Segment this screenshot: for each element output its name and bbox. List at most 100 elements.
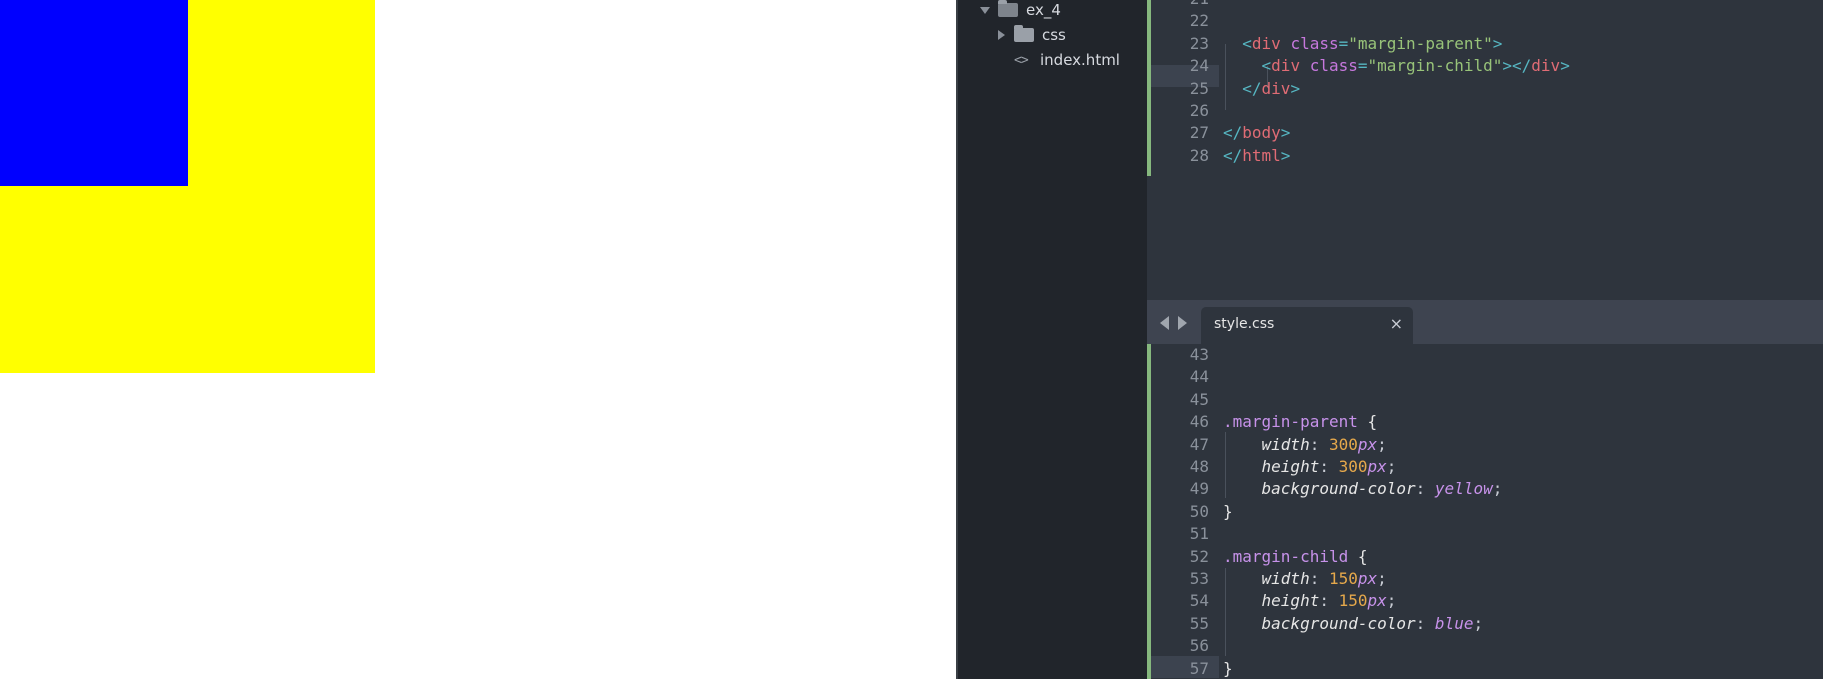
code-token: >	[1492, 33, 1503, 53]
line-number: 48	[1189, 457, 1209, 476]
css-unit: px	[1367, 591, 1387, 611]
css-number: 150	[1338, 591, 1368, 611]
css-number: 150	[1328, 569, 1358, 588]
tree-item-ex4[interactable]: ex_4	[980, 0, 1061, 22]
line-number: 52	[1189, 546, 1209, 566]
code-token: div	[1251, 33, 1281, 53]
code-token: <	[1261, 56, 1272, 76]
css-property: width	[1261, 569, 1310, 588]
code-line: <div class="margin-child"></div>	[1223, 55, 1570, 77]
code-token: div	[1531, 56, 1561, 76]
tree-item-index-html[interactable]: <> index.html	[1014, 48, 1120, 72]
code-line: .margin-parent {	[1223, 411, 1377, 433]
css-number: 300	[1328, 434, 1358, 454]
line-number: 49	[1189, 479, 1209, 499]
css-brace: }	[1223, 501, 1233, 521]
code-line: background-color: yellow;	[1261, 479, 1503, 499]
code-token: ></	[1502, 56, 1532, 76]
code-line: background-color: blue;	[1261, 613, 1484, 633]
code-token: "margin-child"	[1367, 56, 1503, 76]
css-property: height	[1261, 591, 1320, 611]
line-number: 21	[1155, 0, 1209, 10]
code-token: >	[1290, 78, 1301, 98]
line-number: 46	[1189, 412, 1209, 432]
css-property: background-color	[1261, 479, 1416, 499]
code-line: </html>	[1223, 145, 1290, 167]
close-icon[interactable]: ×	[1390, 314, 1403, 333]
css-brace: {	[1348, 546, 1368, 566]
line-number: 28	[1189, 145, 1209, 165]
line-number: 47	[1189, 434, 1209, 454]
tree-item-css[interactable]: css	[996, 23, 1066, 47]
margin-child-box	[0, 0, 188, 186]
git-gutter-marker	[1147, 0, 1151, 176]
code-line: }	[1223, 501, 1233, 523]
html-editor-pane[interactable]: 212223 <div class="margin-parent">24 <di…	[1147, 0, 1823, 300]
line-number: 23	[1189, 33, 1209, 53]
tab-nav-left-icon[interactable]	[1160, 316, 1169, 330]
code-line: </body>	[1223, 122, 1290, 144]
line-number: 56	[1189, 636, 1209, 656]
line-number: 22	[1189, 11, 1209, 31]
code-file-icon: <>	[1014, 52, 1029, 68]
editor-tab-bar: style.css ×	[1147, 300, 1823, 344]
code-token: =	[1338, 33, 1349, 53]
css-number: 300	[1338, 457, 1368, 476]
line-number: 45	[1189, 389, 1209, 409]
code-token: </	[1223, 123, 1243, 143]
css-unit: px	[1357, 569, 1378, 588]
code-line: .margin-child {	[1223, 546, 1368, 568]
code-token: div	[1271, 56, 1301, 76]
code-line: height: 300px;	[1261, 457, 1397, 476]
chevron-down-icon[interactable]	[980, 5, 990, 15]
line-number: 54	[1189, 591, 1209, 611]
css-brace: }	[1223, 658, 1233, 678]
code-token: html	[1242, 145, 1281, 165]
line-number: 26	[1189, 101, 1209, 120]
file-tree-sidebar: ex_4 css <> index.html	[958, 0, 1147, 679]
css-keyword: yellow	[1434, 479, 1493, 499]
code-token: >	[1280, 123, 1291, 143]
code-line: <div class="margin-parent">	[1223, 33, 1502, 55]
css-property: background-color	[1261, 613, 1416, 633]
css-unit: px	[1367, 457, 1387, 476]
tab-label: style.css	[1214, 316, 1275, 332]
line-number: 50	[1189, 501, 1209, 521]
tree-item-label: index.html	[1040, 51, 1120, 69]
margin-parent-box	[0, 0, 375, 373]
css-keyword: blue	[1434, 613, 1474, 633]
line-number: 44	[1189, 367, 1209, 387]
code-line: height: 150px;	[1261, 591, 1397, 611]
folder-icon	[1014, 25, 1034, 42]
line-number: 55	[1189, 613, 1209, 633]
code-token: >	[1280, 145, 1291, 165]
tab-style-css[interactable]: style.css ×	[1201, 307, 1413, 344]
css-editor-pane[interactable]: 43 44 45 46 .margin-parent {47 width: 300px;…	[1147, 344, 1823, 679]
line-number: 53	[1189, 569, 1209, 588]
css-selector: .margin-parent	[1223, 412, 1358, 432]
tree-item-label: css	[1042, 26, 1066, 44]
folder-open-icon	[998, 0, 1018, 17]
code-line: }	[1223, 658, 1233, 680]
code-line: width: 300px;	[1261, 434, 1387, 454]
code-line: width: 150px;	[1261, 569, 1387, 588]
code-token: body	[1242, 123, 1281, 143]
code-token: =	[1357, 56, 1368, 76]
css-selector: .margin-child	[1223, 546, 1349, 566]
git-gutter-marker	[1147, 344, 1151, 679]
code-token: </	[1223, 145, 1243, 165]
css-property: width	[1261, 434, 1310, 454]
chevron-right-icon[interactable]	[996, 30, 1006, 40]
line-number: 51	[1189, 524, 1209, 544]
css-unit: px	[1357, 434, 1378, 454]
line-number: 43	[1189, 345, 1209, 364]
code-token: class	[1280, 33, 1339, 53]
tab-nav-right-icon[interactable]	[1178, 316, 1187, 330]
css-brace: {	[1357, 412, 1378, 432]
css-property: height	[1261, 457, 1320, 476]
line-number: 24	[1189, 56, 1209, 76]
code-token: class	[1300, 56, 1358, 76]
tree-item-label: ex_4	[1026, 1, 1061, 19]
code-token: "margin-parent"	[1348, 33, 1493, 53]
code-token: </	[1242, 78, 1262, 98]
